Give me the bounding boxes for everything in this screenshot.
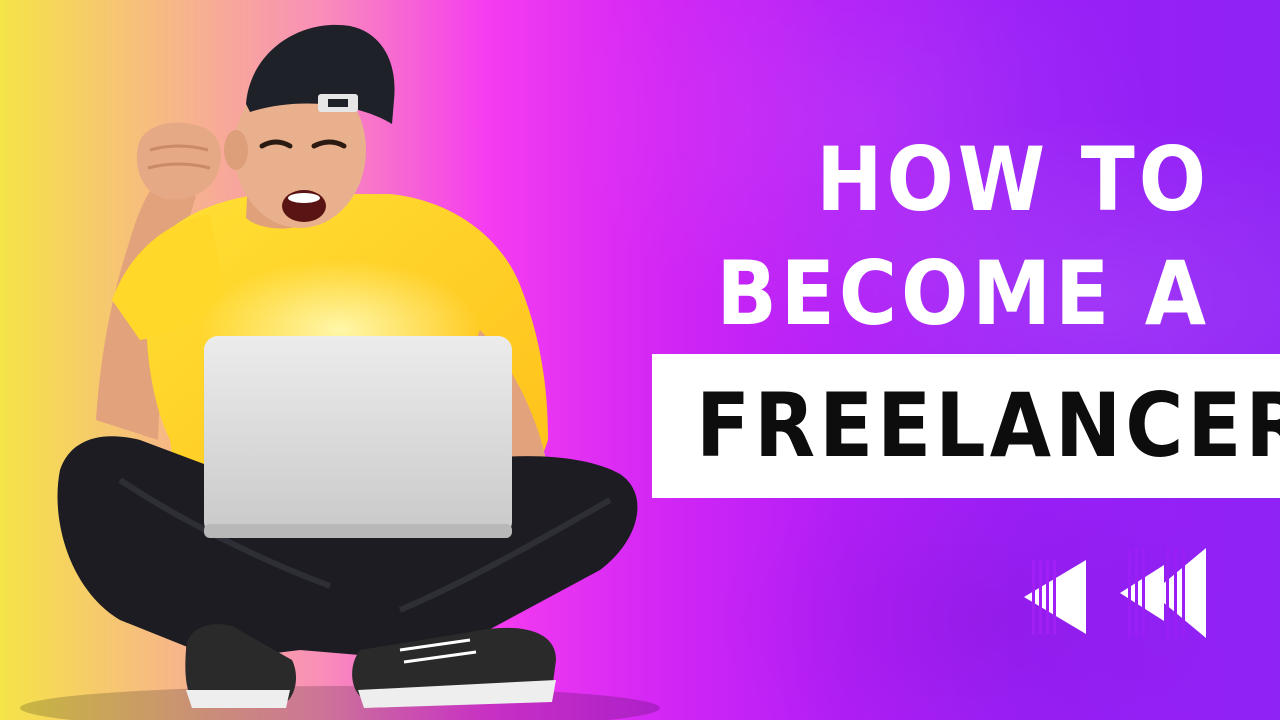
freelancer-photo [20,24,660,720]
ground-shadow [20,686,660,720]
raised-fist [136,122,221,200]
highlight-word: FREELANCER [696,374,1280,477]
rewind-icon [1024,560,1086,634]
headline-line-2: BECOME A [716,242,1210,345]
headline-line-1: HOW TO [816,128,1210,231]
thumbnail-canvas: HOW TO BECOME A FREELANCER [0,0,1280,720]
highlight-box: FREELANCER [652,354,1280,498]
laptop [204,336,512,536]
rewind-icon [1120,548,1206,638]
